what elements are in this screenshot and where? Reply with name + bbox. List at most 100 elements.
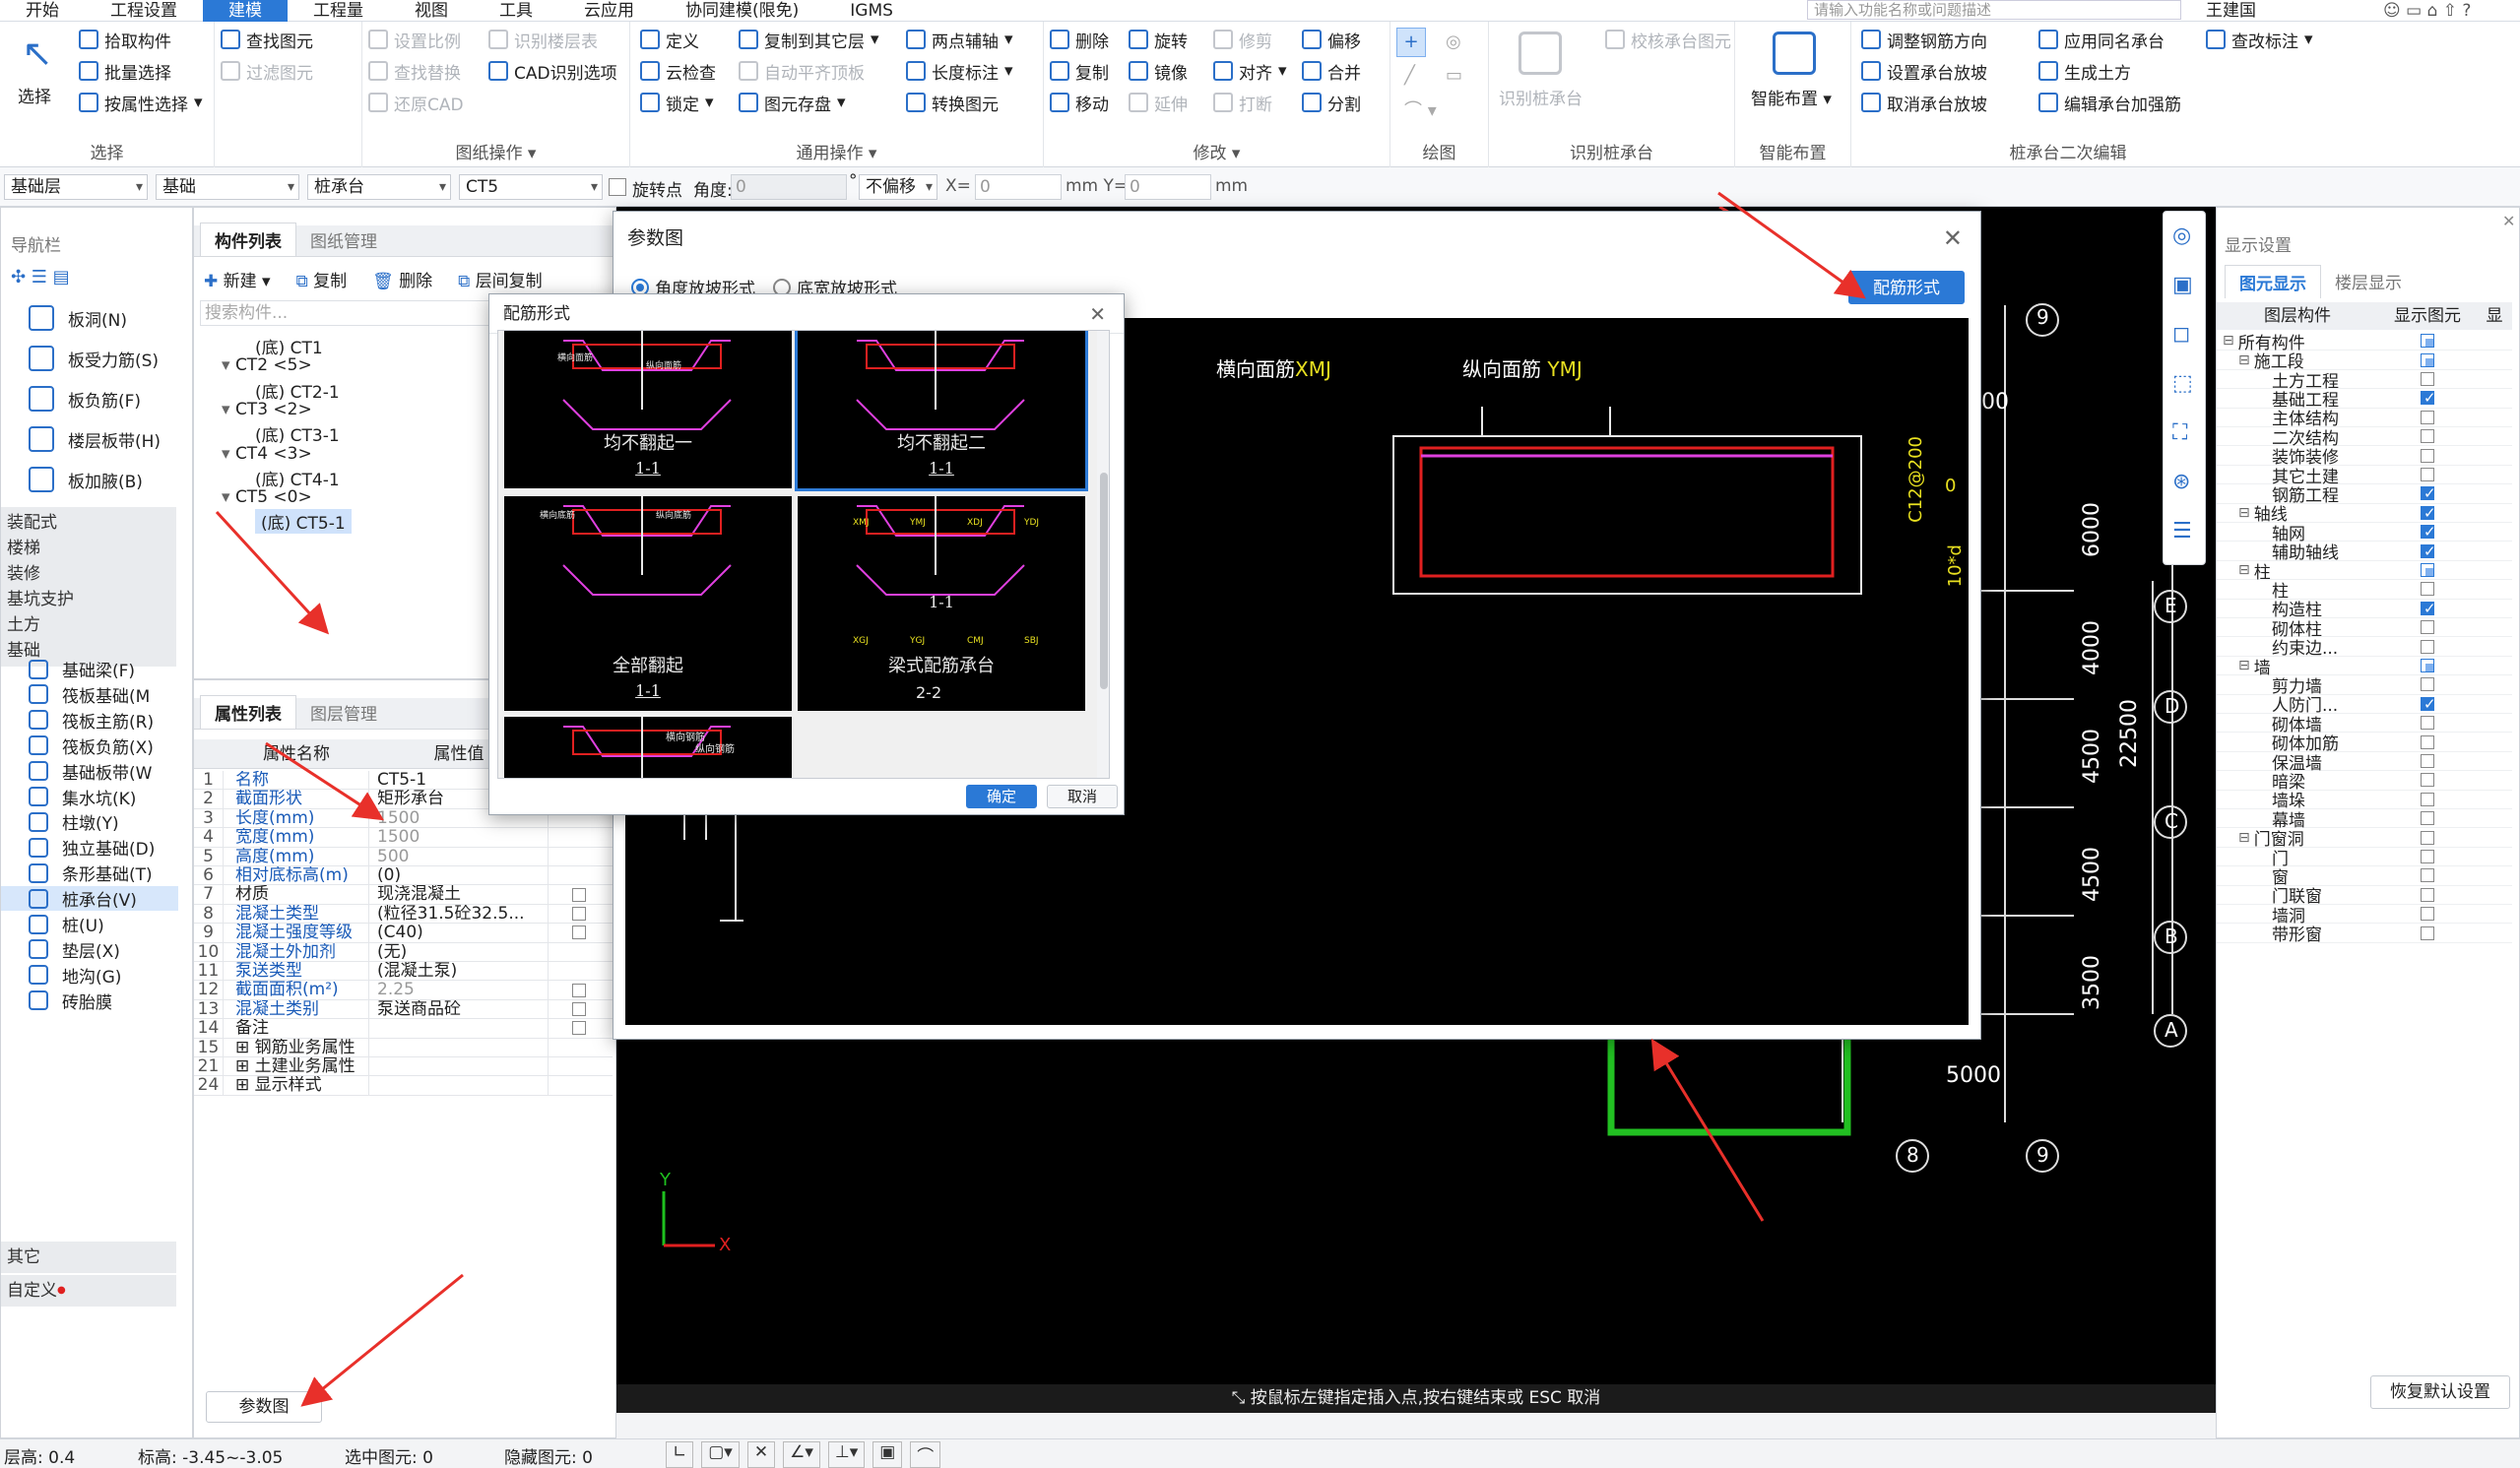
- generate-earthwork-button[interactable]: 生成土方: [2038, 57, 2131, 85]
- parameter-diagram-button[interactable]: 参数图: [206, 1391, 322, 1423]
- pick-component-button[interactable]: 拾取构件: [79, 26, 171, 53]
- filter-element-button[interactable]: 过滤图元: [221, 57, 313, 85]
- smart-layout-button[interactable]: 智能布置 ▾: [1751, 85, 1832, 109]
- cube-view-icon[interactable]: ⬚: [2172, 371, 2193, 396]
- trim-button[interactable]: 修剪: [1213, 26, 1272, 53]
- function-search-input[interactable]: 请输入功能名称或问题描述: [1807, 0, 2181, 20]
- component-select[interactable]: CT5: [459, 174, 603, 200]
- y-offset-input[interactable]: 0: [1125, 174, 1211, 200]
- show-element-checkbox[interactable]: [2421, 907, 2434, 922]
- expand-icon[interactable]: ▾: [222, 400, 235, 419]
- attach-checkbox[interactable]: [572, 906, 586, 921]
- tree-leaf[interactable]: (底) CT1: [255, 334, 323, 358]
- nav-item-slab-hole[interactable]: 板洞(N): [1, 298, 178, 338]
- nav-item-brick-mold[interactable]: 砖胎膜: [1, 989, 178, 1013]
- window-controls-icon[interactable]: ☺ ▭ ⌂ ⇧ ?: [2383, 0, 2471, 22]
- offset-snap-icon[interactable]: ⊥▾: [827, 1441, 866, 1468]
- cancel-button[interactable]: 取消: [1047, 785, 1118, 808]
- display-row[interactable]: 带形窗: [2217, 924, 2512, 945]
- show-element-checkbox[interactable]: [2421, 334, 2434, 349]
- property-row[interactable]: 14 备注: [194, 1018, 613, 1039]
- tree-group[interactable]: ▾ CT2 <5>: [222, 355, 312, 375]
- show-element-checkbox[interactable]: [2421, 448, 2434, 463]
- cad-options-button[interactable]: CAD识别选项: [488, 57, 617, 85]
- tree-group[interactable]: ▾ CT4 <3>: [222, 444, 312, 464]
- nav-item-pile[interactable]: 桩(U): [1, 912, 178, 936]
- recognize-pile-cap-button[interactable]: 识别桩承台: [1499, 85, 1583, 109]
- show-element-checkbox[interactable]: [2421, 925, 2434, 940]
- element-save-button[interactable]: 图元存盘 ▾: [739, 89, 846, 116]
- apply-same-name-cap-button[interactable]: 应用同名承台: [2038, 26, 2165, 53]
- nav-item-slab-main-rebar[interactable]: 板受力筋(S): [1, 339, 178, 378]
- edit-cap-reinforcement-button[interactable]: 编辑承台加强筋: [2038, 89, 2181, 116]
- find-element-button[interactable]: 查找图元: [221, 26, 313, 53]
- tree-leaf[interactable]: (底) CT2-1: [255, 378, 340, 403]
- menu-project-settings[interactable]: 工程设置: [85, 0, 203, 22]
- show-element-checkbox[interactable]: [2421, 792, 2434, 806]
- cross-snap-icon[interactable]: ✕: [746, 1441, 776, 1468]
- user-name[interactable]: 王建国: [2206, 0, 2256, 22]
- close-icon[interactable]: ✕: [1943, 212, 1963, 265]
- nav-view-icons[interactable]: ✣ ☰ ▤: [11, 267, 70, 287]
- attach-checkbox[interactable]: [572, 983, 586, 997]
- tab-floor-display[interactable]: 楼层显示: [2321, 265, 2416, 298]
- property-row[interactable]: 5 高度(mm) 500: [194, 847, 613, 866]
- show-element-checkbox[interactable]: [2421, 523, 2436, 541]
- show-element-checkbox[interactable]: [2421, 753, 2434, 768]
- recognize-floor-table-button[interactable]: 识别楼层表: [488, 26, 598, 53]
- show-element-checkbox[interactable]: [2421, 410, 2434, 424]
- convert-element-button[interactable]: 转换图元: [906, 89, 999, 116]
- nav-item-column-pier[interactable]: 柱墩(Y): [1, 809, 178, 834]
- option-no-bend-2[interactable]: 均不翻起二 1-1: [795, 331, 1088, 491]
- orbit-view-icon[interactable]: ◎: [2172, 223, 2191, 248]
- show-element-checkbox[interactable]: [2421, 504, 2436, 522]
- offset-button[interactable]: 偏移: [1302, 26, 1361, 53]
- property-value[interactable]: [369, 1019, 549, 1038]
- attach-checkbox[interactable]: [572, 1021, 586, 1036]
- show-element-checkbox[interactable]: [2421, 467, 2434, 481]
- auto-align-slab-button[interactable]: 自动平齐顶板: [739, 57, 865, 85]
- new-component-button[interactable]: ✚ 新建 ▾: [204, 267, 271, 291]
- property-value[interactable]: 1500: [369, 828, 549, 847]
- set-scale-button[interactable]: 设置比例: [368, 26, 461, 53]
- cloud-check-button[interactable]: 云检查: [640, 57, 716, 85]
- nav-item-sump[interactable]: 集水坑(K): [1, 785, 178, 809]
- ortho-icon[interactable]: ∟: [666, 1441, 694, 1468]
- tree-leaf[interactable]: (底) CT5-1: [255, 509, 352, 535]
- rotate-point-icon[interactable]: ◎: [1446, 32, 1461, 52]
- copy-to-floor-button[interactable]: 复制到其它层 ▾: [739, 26, 879, 53]
- category-select[interactable]: 基础: [156, 174, 299, 200]
- select-button[interactable]: 选择: [18, 83, 51, 107]
- angle-input[interactable]: 0: [731, 174, 847, 200]
- nav-category-custom[interactable]: 自定义●: [1, 1275, 176, 1307]
- show-element-checkbox[interactable]: [2421, 773, 2434, 788]
- tree-group[interactable]: ▾ CT3 <2>: [222, 400, 312, 419]
- split-button[interactable]: 分割: [1302, 89, 1361, 116]
- nav-item-isolated-footing[interactable]: 独立基础(D): [1, 835, 178, 860]
- show-element-checkbox[interactable]: [2421, 429, 2434, 444]
- menu-view[interactable]: 视图: [389, 0, 474, 22]
- property-row[interactable]: 6 相对底标高(m) (0): [194, 865, 613, 886]
- nav-item-cushion[interactable]: 垫层(X): [1, 937, 178, 962]
- property-row[interactable]: 7 材质 现浇混凝土: [194, 885, 613, 905]
- property-value[interactable]: (0): [369, 866, 549, 885]
- merge-button[interactable]: 合并: [1302, 57, 1361, 85]
- nav-item-strip-footing[interactable]: 条形基础(T): [1, 861, 178, 885]
- show-element-checkbox[interactable]: [2421, 830, 2434, 845]
- snap-mode-icon[interactable]: ▢▾: [701, 1441, 740, 1468]
- tab-drawing-management[interactable]: 图纸管理: [296, 223, 391, 256]
- options-scrollbar[interactable]: [1097, 331, 1109, 778]
- menu-tools[interactable]: 工具: [474, 0, 558, 22]
- property-row[interactable]: 11 泵送类型 (混凝土泵): [194, 961, 613, 982]
- attach-checkbox[interactable]: [572, 887, 586, 902]
- property-row[interactable]: 24 ⊞ 显示样式: [194, 1076, 613, 1096]
- nav-item-raft-neg-rebar[interactable]: 筏板负筋(X): [1, 734, 178, 758]
- close-icon[interactable]: ✕: [1089, 294, 1106, 334]
- move-button[interactable]: 移动: [1050, 89, 1109, 116]
- cancel-cap-slope-button[interactable]: 取消承台放坡: [1861, 89, 1987, 116]
- line-draw-icon[interactable]: ╱: [1404, 65, 1415, 86]
- show-element-checkbox[interactable]: [2421, 658, 2434, 672]
- point-draw-icon[interactable]: +: [1396, 28, 1426, 57]
- report-icon[interactable]: ☰: [2172, 519, 2192, 543]
- rotate-button[interactable]: 旋转: [1129, 26, 1188, 53]
